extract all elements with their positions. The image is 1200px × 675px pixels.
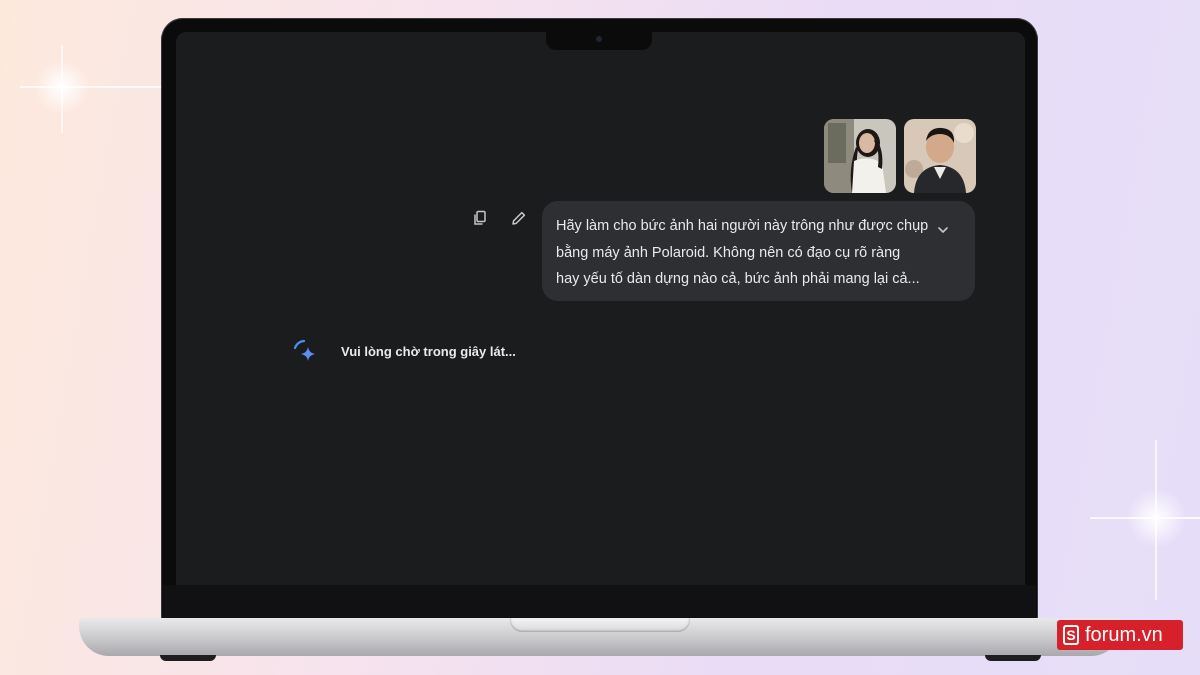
loading-status-text: Vui lòng chờ trong giây lát... — [341, 344, 516, 359]
copy-icon[interactable] — [471, 209, 489, 227]
photo-woman-image — [824, 119, 896, 193]
screen-bottom-bezel — [163, 585, 1036, 619]
brand-logo: S forum.vn — [1057, 620, 1183, 650]
message-text-line: Hãy làm cho bức ảnh hai người này trông … — [556, 218, 929, 234]
laptop-foot-left — [160, 655, 216, 661]
message-text-line: hay yếu tố dàn dựng nào cả, bức ảnh phải… — [556, 271, 920, 287]
photo-man-image — [904, 119, 976, 193]
chevron-down-icon[interactable] — [933, 220, 953, 240]
sparkle-decoration-right — [1090, 440, 1200, 600]
brand-name: forum.vn — [1085, 623, 1163, 646]
brand-logo-icon: S — [1063, 625, 1079, 645]
attachment-thumbnail-man[interactable] — [904, 119, 976, 193]
user-message-bubble: Hãy làm cho bức ảnh hai người này trông … — [542, 201, 975, 301]
sparkle-spinner-icon — [293, 339, 315, 361]
camera-icon — [596, 36, 602, 42]
message-text-line: bằng máy ảnh Polaroid. Không nên có đạo … — [556, 244, 901, 261]
laptop-foot-right — [985, 655, 1041, 661]
pencil-edit-icon[interactable] — [510, 209, 528, 227]
attachment-thumbnail-woman[interactable] — [824, 119, 896, 193]
laptop-screen — [176, 32, 1025, 585]
laptop-opening-lip — [510, 618, 690, 632]
